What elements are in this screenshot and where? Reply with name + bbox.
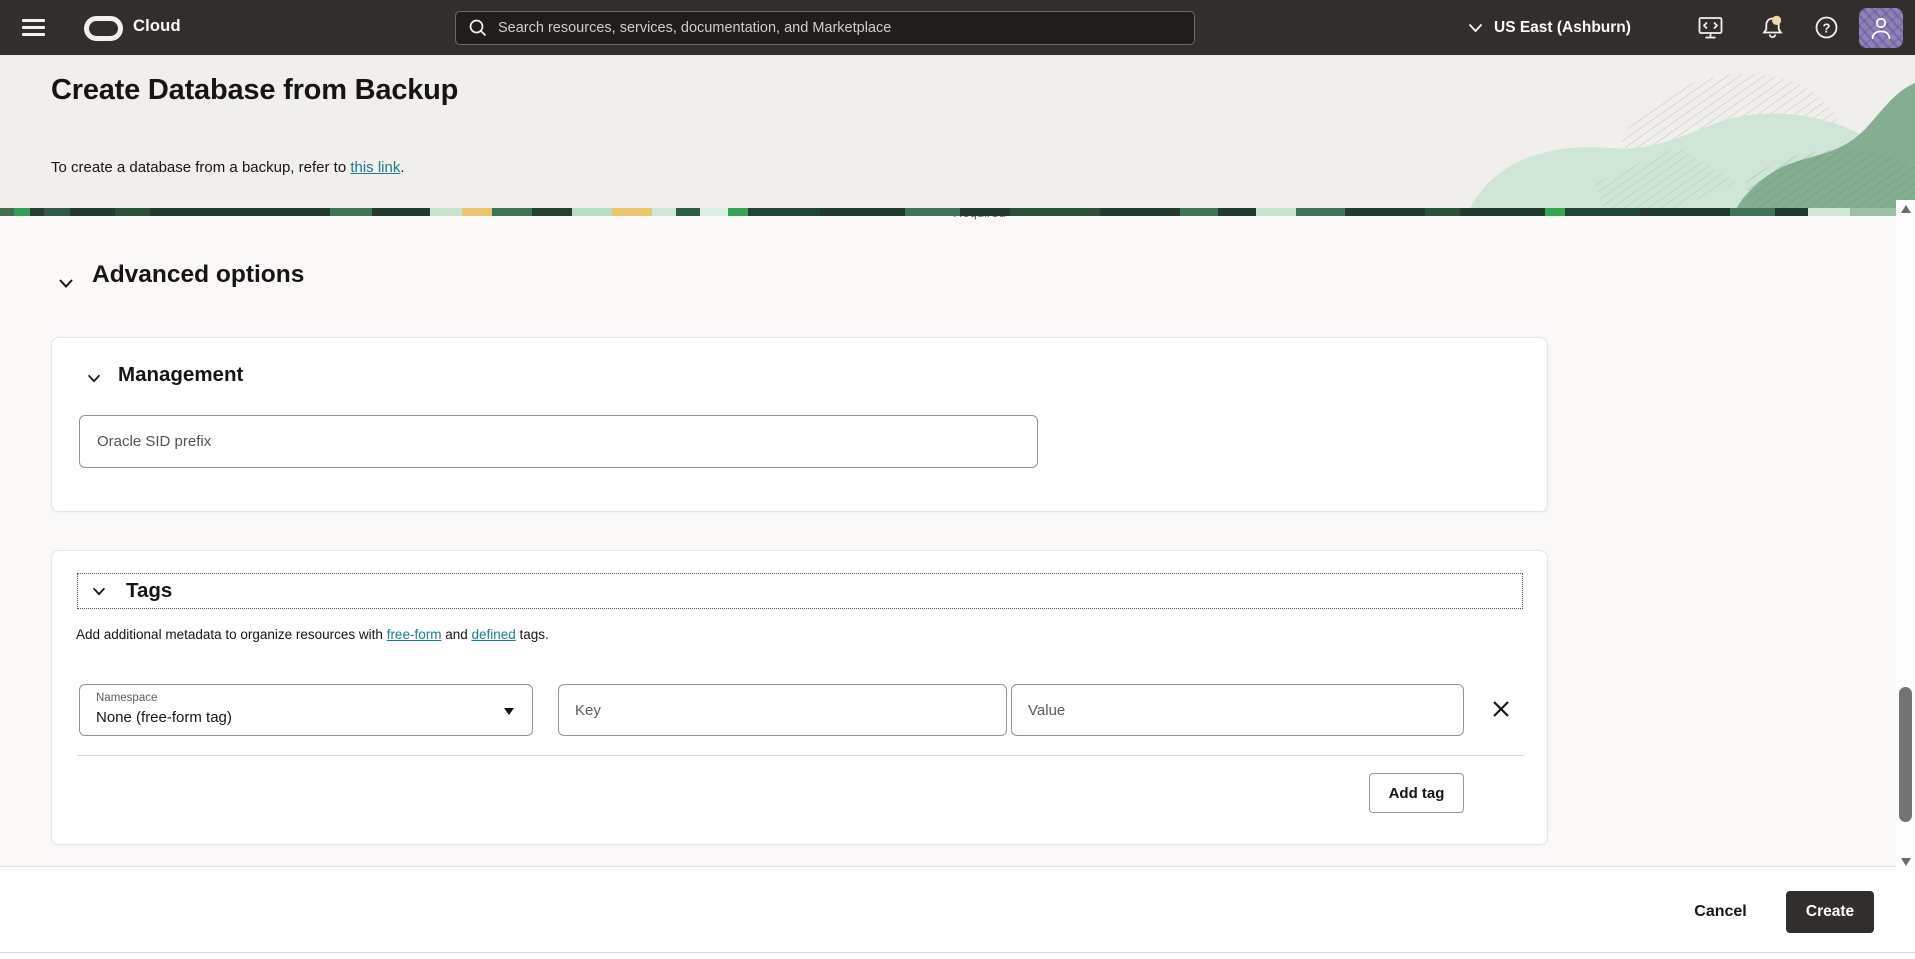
oracle-sid-prefix-label: Oracle SID prefix [97,433,211,450]
brand-label: Cloud [133,17,181,36]
cancel-button[interactable]: Cancel [1683,891,1758,933]
search-input[interactable] [498,20,1182,36]
namespace-value: None (free-form tag) [96,709,232,726]
page-title: Create Database from Backup [51,74,458,107]
tag-row-divider [77,755,1524,756]
create-button[interactable]: Create [1786,891,1874,933]
free-form-link[interactable]: free-form [387,627,442,642]
bottom-divider [0,952,1915,953]
management-chevron-icon[interactable] [85,369,103,387]
subtitle-text: To create a database from a backup, refe… [51,159,350,176]
user-menu-avatar[interactable] [1859,8,1903,48]
user-icon [1869,15,1893,41]
tag-key-input[interactable] [559,685,1006,735]
oracle-cloud-console: Cloud US East (Ashburn) [0,0,1915,959]
notifications-bell-icon[interactable] [1759,14,1786,41]
oracle-logo-icon[interactable] [84,16,123,41]
hamburger-menu-icon[interactable] [22,19,45,37]
scrollbar-thumb[interactable] [1899,687,1912,822]
namespace-label: Namespace [96,692,157,704]
dropdown-caret-icon [504,708,514,715]
tag-namespace-select[interactable]: Namespace None (free-form tag) [79,684,533,736]
decorative-illustration [1415,55,1915,208]
chevron-down-icon [1468,23,1483,33]
notification-dot [1772,16,1781,25]
management-title: Management [118,363,243,387]
oracle-sid-prefix-input[interactable]: Oracle SID prefix [79,415,1038,468]
region-label: US East (Ashburn) [1494,19,1631,37]
this-link[interactable]: this link [350,159,400,176]
add-tag-button[interactable]: Add tag [1369,773,1464,813]
tags-section-header[interactable]: Tags [77,573,1523,609]
defined-link[interactable]: defined [471,627,515,642]
remove-tag-button[interactable] [1486,695,1516,725]
close-icon [1492,700,1510,718]
top-navigation-bar: Cloud US East (Ashburn) [0,0,1915,55]
scrollbar-down-arrow[interactable] [1901,858,1911,866]
tags-title: Tags [126,579,172,603]
search-icon [468,18,488,38]
action-footer: Cancel Create [0,866,1915,959]
tag-key-field [558,684,1007,736]
scrolled-banner-strip [0,208,1896,216]
tag-value-input[interactable] [1012,685,1463,735]
management-card: Management Oracle SID prefix [51,337,1548,512]
clipped-required-label: Required [953,216,1023,223]
region-selector[interactable]: US East (Ashburn) [1468,0,1631,55]
svg-text:?: ? [1823,20,1831,35]
global-search-bar[interactable] [455,11,1195,45]
scrollbar-up-arrow[interactable] [1901,205,1911,213]
page-header: Create Database from Backup To create a … [0,55,1915,208]
tag-value-field [1011,684,1464,736]
help-icon[interactable]: ? [1813,14,1840,41]
subtitle-period: . [400,159,404,176]
page-subtitle: To create a database from a backup, refe… [51,159,405,176]
advanced-options-title: Advanced options [92,261,304,289]
tags-description: Add additional metadata to organize reso… [76,627,549,642]
cloud-shell-icon[interactable] [1697,14,1724,41]
tags-card: Tags Add additional metadata to organize… [51,550,1548,845]
tags-chevron-icon[interactable] [90,582,108,600]
advanced-options-chevron-icon[interactable] [56,273,76,293]
